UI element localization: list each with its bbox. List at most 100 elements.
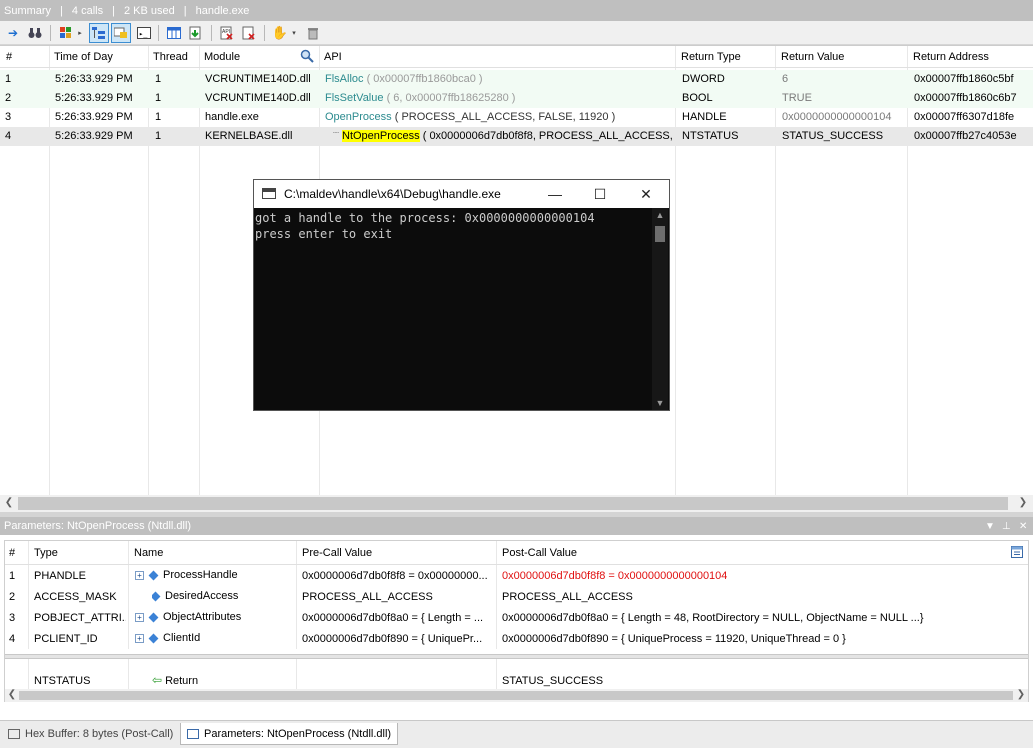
close-icon[interactable]: ✕ (1019, 517, 1027, 535)
table-row[interactable]: 1 5:26:33.929 PM 1 VCRUNTIME140D.dll Fls… (0, 70, 1033, 89)
return-post-value: STATUS_SUCCESS (502, 675, 604, 687)
table-row[interactable]: 4 5:26:33.929 PM 1 KERNELBASE.dll ┈ NtOp… (0, 127, 1033, 146)
summary-label: Summary (4, 4, 52, 17)
separator: | (112, 4, 115, 17)
arrow-right-icon[interactable]: ➔ (3, 23, 23, 43)
row-return-value: STATUS_SUCCESS (782, 130, 884, 142)
toolbar-divider (211, 25, 212, 41)
export-icon[interactable] (186, 23, 206, 43)
col-header-return-address[interactable]: Return Address (913, 51, 989, 63)
horizontal-scrollbar[interactable]: ❮ ❯ (0, 495, 1033, 512)
binoculars-icon[interactable] (25, 23, 45, 43)
col-header-time[interactable]: Time of Day (54, 51, 113, 63)
scroll-left-icon[interactable]: ❮ (5, 689, 19, 702)
row-num: 3 (5, 111, 12, 123)
tab-label: Parameters: NtOpenProcess (Ntdll.dll) (204, 727, 392, 740)
scroll-thumb[interactable] (19, 691, 1013, 700)
return-row[interactable]: NTSTATUS ⇦ Return STATUS_SUCCESS (5, 670, 1028, 691)
scroll-up-icon[interactable]: ▲ (652, 210, 668, 220)
param-type: POBJECT_ATTRI... (34, 612, 126, 624)
api-name: OpenProcess (325, 111, 392, 123)
row-return-type: NTSTATUS (682, 130, 739, 142)
row-return-type: HANDLE (682, 111, 727, 123)
api-args: ( 0x0000006d7db0f8f8, PROCESS_ALL_ACCESS… (422, 130, 674, 142)
api-name: FlsAlloc (325, 73, 364, 85)
param-row[interactable]: 3 POBJECT_ATTRI... + ObjectAttributes 0x0… (5, 607, 1028, 628)
close-button[interactable]: ✕ (631, 184, 661, 204)
row-api: FlsSetValue ( 6, 0x00007ffb18625280 ) (325, 92, 673, 104)
col-header-pre-call[interactable]: Pre-Call Value (302, 547, 372, 559)
clear-all-icon[interactable] (239, 23, 259, 43)
api-name: NtOpenProcess (342, 130, 420, 142)
api-args: ( 0x00007ffb1860bca0 ) (366, 73, 483, 85)
row-return-value: 0x0000000000000104 (782, 111, 892, 123)
row-thread: 1 (155, 92, 162, 104)
col-header-name[interactable]: Name (134, 547, 163, 559)
svg-text:▸_: ▸_ (139, 30, 148, 38)
hex-buffer-icon (8, 729, 20, 739)
search-icon[interactable] (300, 49, 314, 66)
dropdown-arrow-icon[interactable]: ▾ (290, 23, 298, 43)
expand-icon[interactable]: + (135, 570, 144, 580)
row-module: KERNELBASE.dll (205, 130, 293, 142)
minimize-button[interactable]: — (540, 184, 570, 204)
maximize-button[interactable]: ☐ (585, 184, 615, 204)
param-row[interactable]: 4 PCLIENT_ID + ClientId 0x0000006d7db0f89… (5, 628, 1028, 649)
row-return-address: 0x00007ff6307d18fe (914, 111, 1015, 123)
tab-hex-buffer[interactable]: Hex Buffer: 8 bytes (Post-Call) (2, 723, 179, 745)
hand-icon[interactable]: ✋ (270, 23, 290, 43)
params-header: # Type Name Pre-Call Value Post-Call Val… (5, 541, 1028, 565)
tree-view-icon[interactable] (89, 23, 109, 43)
scroll-right-icon[interactable]: ❯ (1014, 689, 1028, 702)
scroll-thumb[interactable] (655, 226, 665, 242)
trash-icon[interactable] (303, 23, 323, 43)
params-panel-title: Parameters: NtOpenProcess (Ntdll.dll) ▼ … (0, 517, 1033, 535)
return-type: NTSTATUS (34, 675, 91, 687)
col-header-module[interactable]: Module (204, 51, 240, 63)
parameter-icon (148, 612, 159, 623)
col-header-num[interactable]: # (6, 51, 12, 63)
pin-icon[interactable]: ⊥ (1002, 517, 1011, 535)
console-scrollbar[interactable]: ▲ ▼ (652, 208, 668, 410)
row-return-address: 0x00007ffb1860c5bf (914, 73, 1014, 85)
console-title-bar[interactable]: C:\maldev\handle\x64\Debug\handle.exe — … (254, 180, 669, 208)
scroll-down-icon[interactable]: ▼ (652, 398, 668, 408)
table-row[interactable]: 3 5:26:33.929 PM 1 handle.exe OpenProces… (0, 108, 1033, 127)
dropdown-arrow-icon[interactable]: ▸ (76, 23, 84, 43)
col-header-api[interactable]: API (324, 51, 342, 63)
column-chooser-icon[interactable] (1011, 546, 1023, 561)
col-header-return-type[interactable]: Return Type (681, 51, 741, 63)
expand-icon[interactable]: + (135, 612, 144, 622)
col-header-post-call[interactable]: Post-Call Value (502, 547, 577, 559)
row-num: 2 (5, 92, 12, 104)
console-icon[interactable]: ▸_ (134, 23, 154, 43)
param-name: ProcessHandle (163, 569, 238, 581)
param-row[interactable]: 2 ACCESS_MASK DesiredAccess PROCESS_ALL_… (5, 586, 1028, 607)
param-type: ACCESS_MASK (34, 591, 117, 603)
row-return-type: BOOL (682, 92, 713, 104)
scroll-thumb[interactable] (18, 497, 1008, 510)
col-header-thread[interactable]: Thread (153, 51, 188, 63)
return-arrow-icon: ⇦ (152, 673, 163, 687)
row-thread: 1 (155, 130, 162, 142)
colors-icon[interactable] (56, 23, 76, 43)
scroll-right-icon[interactable]: ❯ (1016, 497, 1030, 510)
param-pre-value: PROCESS_ALL_ACCESS (302, 591, 433, 603)
tab-parameters[interactable]: Parameters: NtOpenProcess (Ntdll.dll) (180, 723, 399, 745)
console-window[interactable]: C:\maldev\handle\x64\Debug\handle.exe — … (253, 179, 670, 411)
col-header-return-value[interactable]: Return Value (781, 51, 844, 63)
expand-icon[interactable]: + (135, 633, 144, 643)
console-output[interactable]: got a handle to the process: 0x000000000… (255, 210, 653, 410)
toolbar-divider (158, 25, 159, 41)
param-row[interactable]: 1 PHANDLE + ProcessHandle 0x0000006d7db0f… (5, 565, 1028, 586)
params-horizontal-scrollbar[interactable]: ❮ ❯ (5, 689, 1028, 702)
clear-icon[interactable]: API (217, 23, 237, 43)
table-row[interactable]: 2 5:26:33.929 PM 1 VCRUNTIME140D.dll Fls… (0, 89, 1033, 108)
col-header-type[interactable]: Type (34, 547, 58, 559)
columns-icon[interactable] (164, 23, 184, 43)
chevron-down-icon[interactable]: ▼ (985, 517, 995, 535)
summary-bar: Summary | 4 calls | 2 KB used | handle.e… (0, 0, 1033, 21)
scroll-left-icon[interactable]: ❮ (2, 497, 16, 510)
col-header-num[interactable]: # (9, 547, 15, 559)
highlight-icon[interactable] (111, 23, 131, 43)
